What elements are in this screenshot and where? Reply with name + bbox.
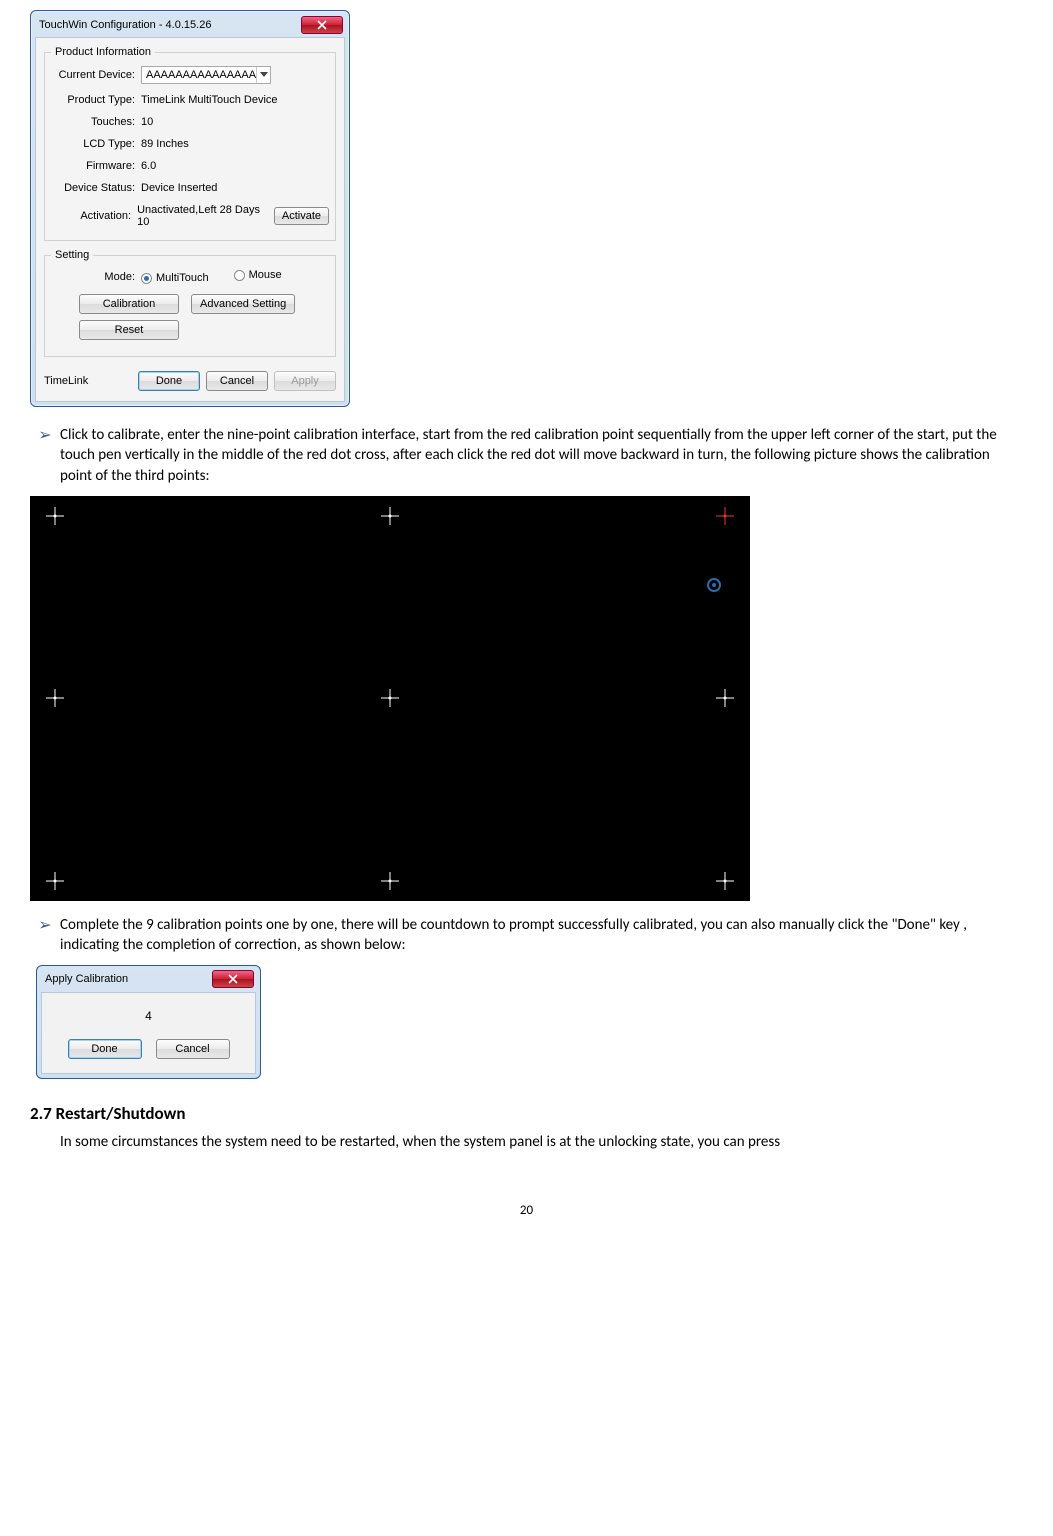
- touch-cursor-icon: [707, 578, 721, 592]
- current-device-row: Current Device: AAAAAAAAAAAAAAA: [51, 66, 329, 84]
- countdown-value: 4: [54, 1009, 243, 1023]
- done-button[interactable]: Done: [138, 371, 200, 391]
- activation-row: Activation: Unactivated,Left 28 Days 10 …: [51, 204, 329, 228]
- current-device-value: AAAAAAAAAAAAAAA: [146, 69, 256, 81]
- product-type-value: TimeLink MultiTouch Device: [141, 94, 278, 106]
- close-button[interactable]: [301, 16, 343, 34]
- mode-mouse-radio[interactable]: Mouse: [234, 269, 282, 281]
- chevron-down-icon: [256, 67, 270, 83]
- calibration-point-9[interactable]: [716, 872, 734, 890]
- activation-value: Unactivated,Left 28 Days 10: [137, 204, 268, 228]
- calibration-point-3-active[interactable]: [716, 507, 734, 525]
- calibration-point-2[interactable]: [381, 507, 399, 525]
- calibration-point-5[interactable]: [381, 689, 399, 707]
- current-device-label: Current Device:: [51, 69, 141, 81]
- firmware-value: 6.0: [141, 160, 156, 172]
- calibration-screen[interactable]: [30, 496, 750, 901]
- calibration-point-6[interactable]: [716, 689, 734, 707]
- bottom-bar: TimeLink Done Cancel Apply: [44, 365, 336, 391]
- firmware-row: Firmware: 6.0: [51, 160, 329, 172]
- close-icon: [317, 20, 327, 30]
- bullet-2-text: Complete the 9 calibration points one by…: [60, 915, 1023, 956]
- radio-icon: [141, 273, 152, 284]
- device-status-value: Device Inserted: [141, 182, 217, 194]
- current-device-combo[interactable]: AAAAAAAAAAAAAAA: [141, 66, 271, 84]
- bullet-2: ➢ Complete the 9 calibration points one …: [30, 915, 1023, 956]
- bullet-arrow-icon: ➢: [30, 915, 60, 956]
- close-icon: [228, 974, 238, 984]
- brand-label: TimeLink: [44, 375, 88, 387]
- cancel-button[interactable]: Cancel: [206, 371, 268, 391]
- firmware-label: Firmware:: [51, 160, 141, 172]
- touchwin-config-window: TouchWin Configuration - 4.0.15.26 Produ…: [30, 10, 350, 407]
- touches-row: Touches: 10: [51, 116, 329, 128]
- section-text: In some circumstances the system need to…: [60, 1132, 1023, 1152]
- touches-label: Touches:: [51, 116, 141, 128]
- setting-group: Setting Mode: MultiTouch Mouse Calibrati…: [44, 249, 336, 357]
- mode-multitouch-radio[interactable]: MultiTouch: [141, 272, 209, 284]
- setting-legend: Setting: [51, 249, 93, 261]
- calibration-point-8[interactable]: [381, 872, 399, 890]
- bullet-arrow-icon: ➢: [30, 425, 60, 486]
- advanced-setting-button[interactable]: Advanced Setting: [191, 294, 295, 314]
- activation-label: Activation:: [51, 210, 137, 222]
- calibration-point-1[interactable]: [46, 507, 64, 525]
- product-information-legend: Product Information: [51, 46, 155, 58]
- activate-button[interactable]: Activate: [274, 207, 329, 225]
- apply-button[interactable]: Apply: [274, 371, 336, 391]
- client-area: Product Information Current Device: AAAA…: [35, 37, 345, 402]
- reset-button[interactable]: Reset: [79, 320, 179, 340]
- bullet-1-text: Click to calibrate, enter the nine-point…: [60, 425, 1023, 486]
- cancel-button[interactable]: Cancel: [156, 1039, 230, 1059]
- apply-calibration-window: Apply Calibration 4 Done Cancel: [36, 965, 261, 1079]
- product-type-label: Product Type:: [51, 94, 141, 106]
- touches-value: 10: [141, 116, 153, 128]
- calibration-point-4[interactable]: [46, 689, 64, 707]
- bullet-1: ➢ Click to calibrate, enter the nine-poi…: [30, 425, 1023, 486]
- device-status-label: Device Status:: [51, 182, 141, 194]
- mode-row: Mode: MultiTouch Mouse: [51, 269, 329, 284]
- page-number: 20: [30, 1203, 1023, 1218]
- mode-mouse-label: Mouse: [249, 269, 282, 281]
- lcd-type-value: 89 Inches: [141, 138, 189, 150]
- device-status-row: Device Status: Device Inserted: [51, 182, 329, 194]
- product-type-row: Product Type: TimeLink MultiTouch Device: [51, 94, 329, 106]
- lcd-type-row: LCD Type: 89 Inches: [51, 138, 329, 150]
- mode-label: Mode:: [51, 271, 141, 283]
- calibration-button[interactable]: Calibration: [79, 294, 179, 314]
- done-button[interactable]: Done: [68, 1039, 142, 1059]
- titlebar[interactable]: Apply Calibration: [41, 970, 256, 992]
- radio-icon: [234, 270, 245, 281]
- client-area: 4 Done Cancel: [41, 992, 256, 1074]
- lcd-type-label: LCD Type:: [51, 138, 141, 150]
- product-information-group: Product Information Current Device: AAAA…: [44, 46, 336, 241]
- titlebar[interactable]: TouchWin Configuration - 4.0.15.26: [35, 15, 345, 37]
- close-button[interactable]: [212, 970, 254, 988]
- window-title: TouchWin Configuration - 4.0.15.26: [39, 19, 211, 31]
- mode-multitouch-label: MultiTouch: [156, 272, 209, 284]
- section-heading: 2.7 Restart/Shutdown: [30, 1103, 1023, 1124]
- apply-calibration-title: Apply Calibration: [45, 973, 128, 985]
- calibration-point-7[interactable]: [46, 872, 64, 890]
